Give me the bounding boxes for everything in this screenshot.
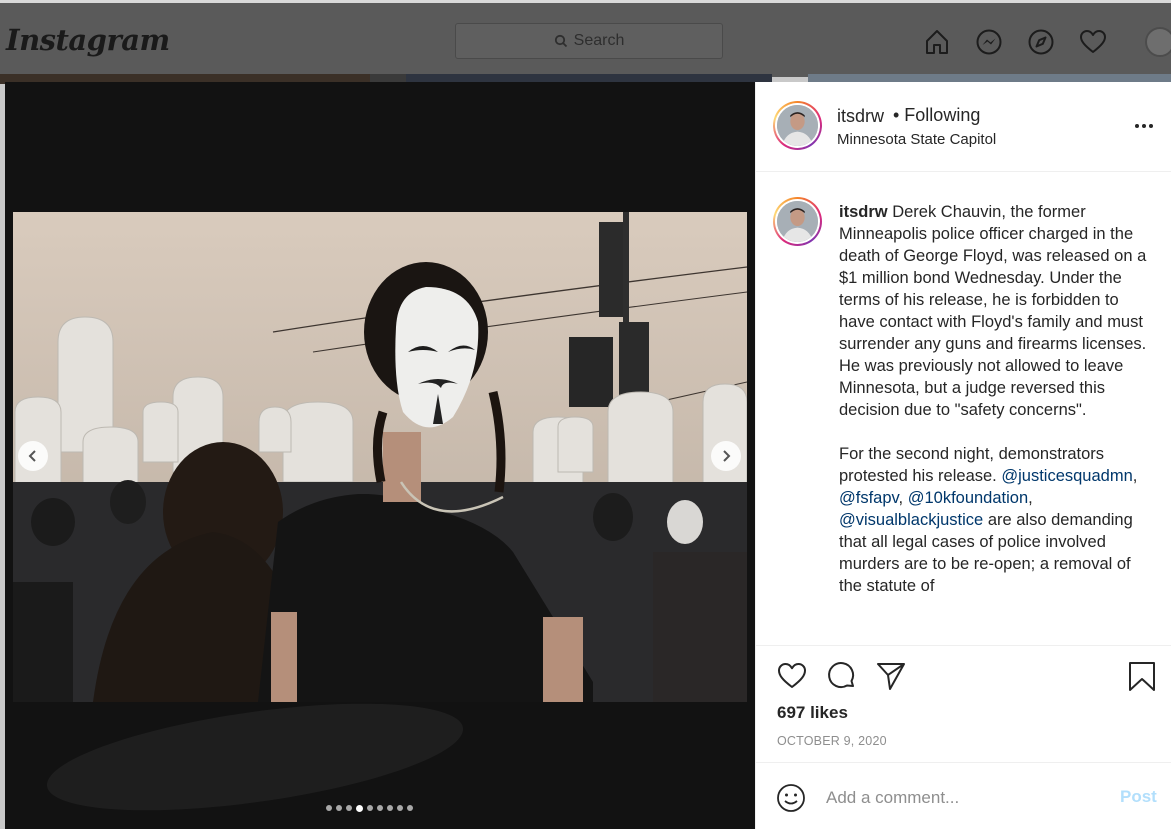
caption-paragraph-1: Derek Chauvin, the former Minneapolis po… — [839, 203, 1147, 419]
caption-username[interactable]: itsdrw — [839, 203, 888, 221]
messenger-icon[interactable] — [974, 27, 1004, 57]
post-actions — [756, 645, 1171, 691]
profile-avatar[interactable] — [1145, 27, 1171, 57]
carousel-next-button[interactable] — [711, 441, 741, 471]
chevron-left-icon — [28, 450, 36, 462]
author-username[interactable]: itsdrw — [837, 106, 884, 127]
post-media — [5, 82, 755, 829]
author-avatar[interactable] — [773, 101, 822, 150]
paper-plane-icon — [877, 663, 905, 690]
comment-button[interactable] — [826, 660, 858, 692]
comment-input[interactable] — [826, 785, 1106, 811]
search-placeholder: Search — [573, 32, 625, 49]
more-options-button[interactable] — [1132, 116, 1156, 136]
mention-link[interactable]: @visualblackjustice — [839, 511, 983, 529]
emoji-smiley-icon — [777, 784, 805, 812]
protest-photo-illustration — [13, 212, 747, 702]
carousel-dot — [326, 805, 332, 811]
carousel-indicator — [326, 804, 413, 812]
carousel-dot — [367, 805, 373, 811]
carousel-dot — [346, 805, 352, 811]
post-location[interactable]: Minnesota State Capitol — [837, 131, 996, 148]
instagram-logo[interactable]: Instagram — [6, 23, 170, 57]
activity-heart-icon[interactable] — [1078, 27, 1108, 57]
caption-scroll-area[interactable]: itsdrw Derek Chauvin, the former Minneap… — [756, 172, 1171, 645]
post-side-panel: itsdrw • Following Minnesota State Capit… — [755, 82, 1171, 829]
likes-count[interactable]: 697 likes — [777, 703, 848, 723]
post-date[interactable]: OCTOBER 9, 2020 — [777, 734, 887, 748]
carousel-dot — [387, 805, 393, 811]
author-photo — [777, 105, 818, 146]
author-photo — [777, 201, 818, 242]
nav-icons — [922, 25, 1108, 59]
carousel-dot — [407, 805, 413, 811]
mention-link[interactable]: @fsfapv — [839, 489, 899, 507]
caption-author-avatar[interactable] — [773, 197, 822, 246]
comment-bubble-icon — [828, 662, 855, 689]
explore-compass-icon[interactable] — [1026, 27, 1056, 57]
save-button[interactable] — [1126, 660, 1158, 692]
mention-link[interactable]: @10kfoundation — [908, 489, 1028, 507]
home-icon[interactable] — [922, 27, 952, 57]
carousel-dot — [356, 804, 363, 812]
bookmark-icon — [1129, 662, 1155, 691]
post-header: itsdrw • Following Minnesota State Capit… — [756, 82, 1171, 172]
carousel-dot — [397, 805, 403, 811]
carousel-previous-button[interactable] — [18, 441, 48, 471]
emoji-button[interactable] — [776, 783, 806, 813]
search-box[interactable]: Search — [455, 23, 723, 59]
post-comment-button[interactable]: Post — [1120, 787, 1157, 807]
search-icon — [554, 34, 567, 48]
post-caption: itsdrw Derek Chauvin, the former Minneap… — [839, 203, 1147, 595]
chevron-right-icon — [723, 450, 731, 462]
following-status[interactable]: • Following — [893, 105, 980, 126]
comment-bar: Post — [756, 762, 1171, 829]
post-photo — [13, 212, 747, 702]
carousel-dot — [377, 805, 383, 811]
heart-icon — [778, 663, 806, 688]
carousel-dot — [336, 805, 342, 811]
mention-link[interactable]: @justicesquadmn — [1001, 467, 1132, 485]
share-button[interactable] — [875, 660, 907, 692]
top-navigation: Instagram Search — [0, 0, 1171, 77]
like-button[interactable] — [776, 660, 808, 692]
